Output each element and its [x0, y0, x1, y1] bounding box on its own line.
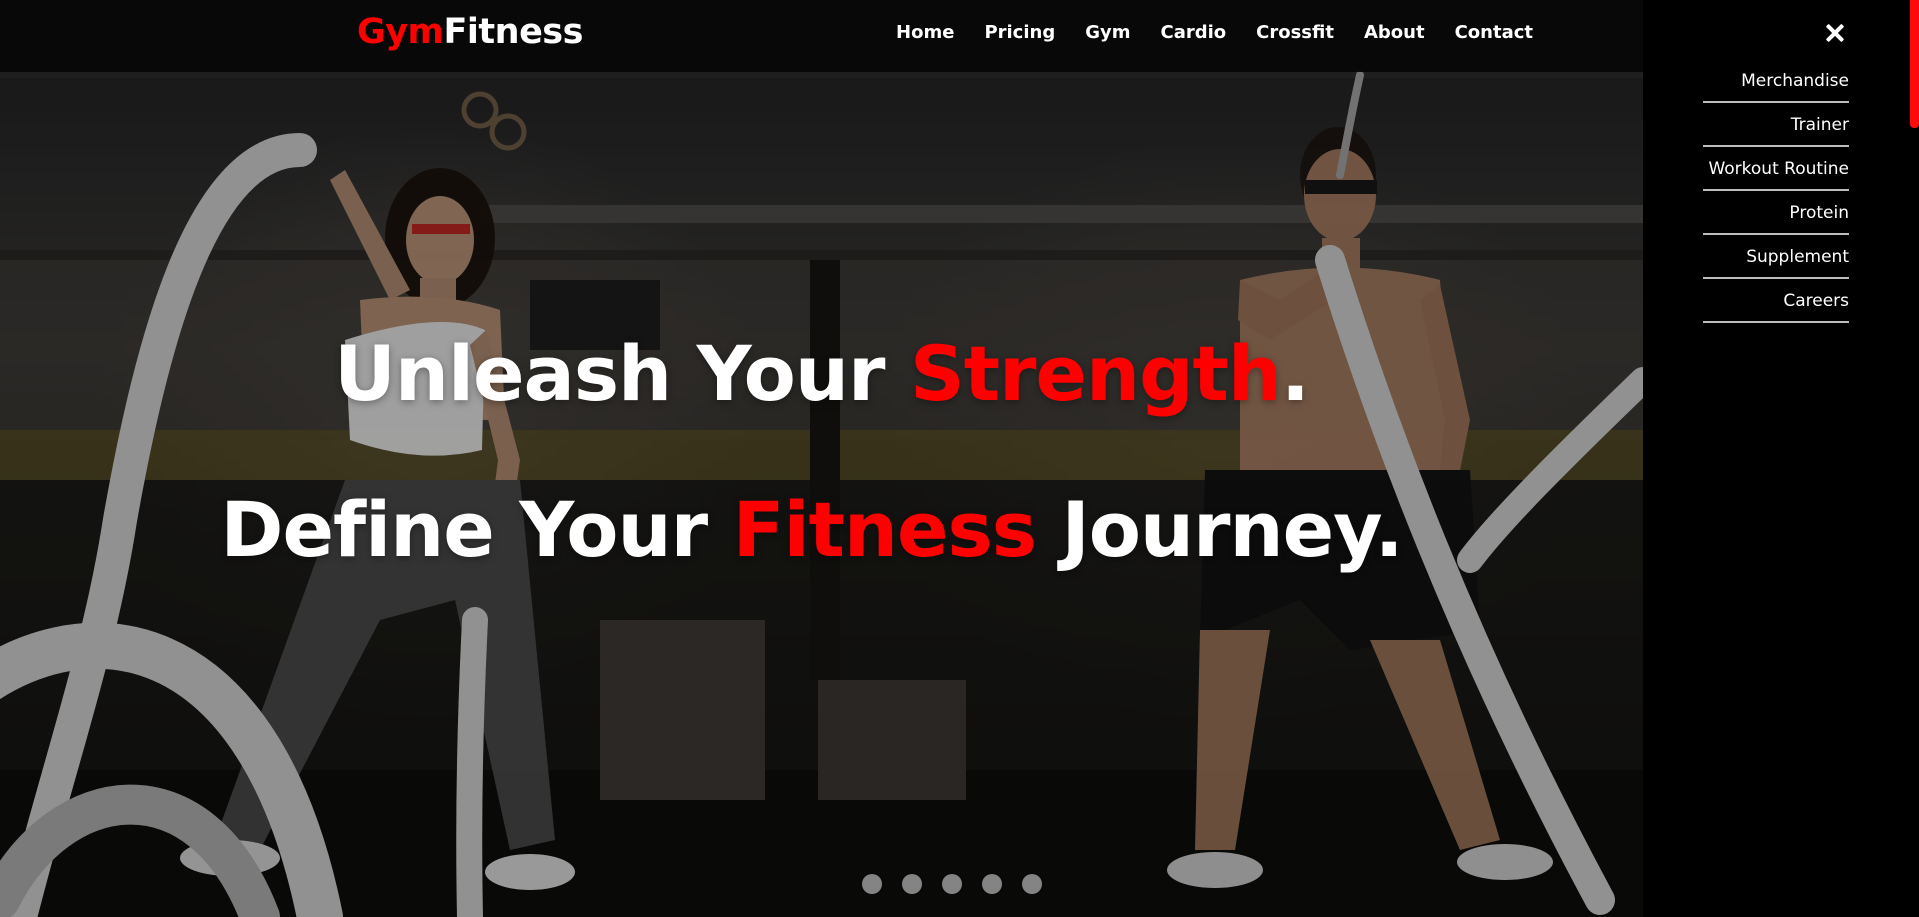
nav-crossfit[interactable]: Crossfit — [1256, 22, 1334, 43]
hero-section — [0, 0, 1643, 917]
hero-line2-text: Define Your — [220, 485, 733, 574]
hero-line2-end: Journey. — [1035, 485, 1403, 574]
hero-headline-line1: Unleash Your Strength. — [0, 336, 1643, 412]
drawer-menu: Merchandise Trainer Workout Routine Prot… — [1703, 70, 1849, 334]
drawer-item-supplement[interactable]: Supplement — [1703, 246, 1849, 279]
drawer-item-careers[interactable]: Careers — [1703, 290, 1849, 323]
nav-about[interactable]: About — [1364, 22, 1425, 43]
brand-logo-part1: Gym — [357, 12, 444, 52]
brand-logo[interactable]: GymFitness — [357, 12, 583, 52]
nav-home[interactable]: Home — [896, 22, 954, 43]
nav-gym[interactable]: Gym — [1085, 22, 1130, 43]
drawer-item-trainer[interactable]: Trainer — [1703, 114, 1849, 147]
drawer-item-protein[interactable]: Protein — [1703, 202, 1849, 235]
hero-headline-line2: Define Your Fitness Journey. — [0, 492, 1633, 568]
hero-line2-highlight: Fitness — [732, 485, 1037, 574]
main-nav: Home Pricing Gym Cardio Crossfit About C… — [896, 22, 1533, 43]
nav-contact[interactable]: Contact — [1455, 22, 1533, 43]
scroll-indicator[interactable] — [1910, 0, 1919, 128]
top-navbar: GymFitness Home Pricing Gym Cardio Cross… — [0, 0, 1643, 72]
slider-dot-4[interactable] — [982, 874, 1002, 894]
slider-dot-3[interactable] — [942, 874, 962, 894]
slider-dot-1[interactable] — [862, 874, 882, 894]
hero-overlay — [0, 0, 1643, 917]
drawer-item-merchandise[interactable]: Merchandise — [1703, 70, 1849, 103]
hero-line1-highlight: Strength — [909, 329, 1282, 418]
hero-line1-text: Unleash Your — [334, 329, 910, 418]
nav-pricing[interactable]: Pricing — [984, 22, 1055, 43]
side-drawer: Merchandise Trainer Workout Routine Prot… — [1643, 0, 1919, 917]
slider-dot-5[interactable] — [1022, 874, 1042, 894]
slider-dot-2[interactable] — [902, 874, 922, 894]
hero-line1-end: . — [1281, 329, 1310, 418]
drawer-item-workout-routine[interactable]: Workout Routine — [1703, 158, 1849, 191]
slider-pagination — [862, 874, 1042, 894]
close-icon[interactable] — [1817, 18, 1851, 52]
nav-cardio[interactable]: Cardio — [1160, 22, 1226, 43]
brand-logo-part2: Fitness — [443, 12, 584, 52]
